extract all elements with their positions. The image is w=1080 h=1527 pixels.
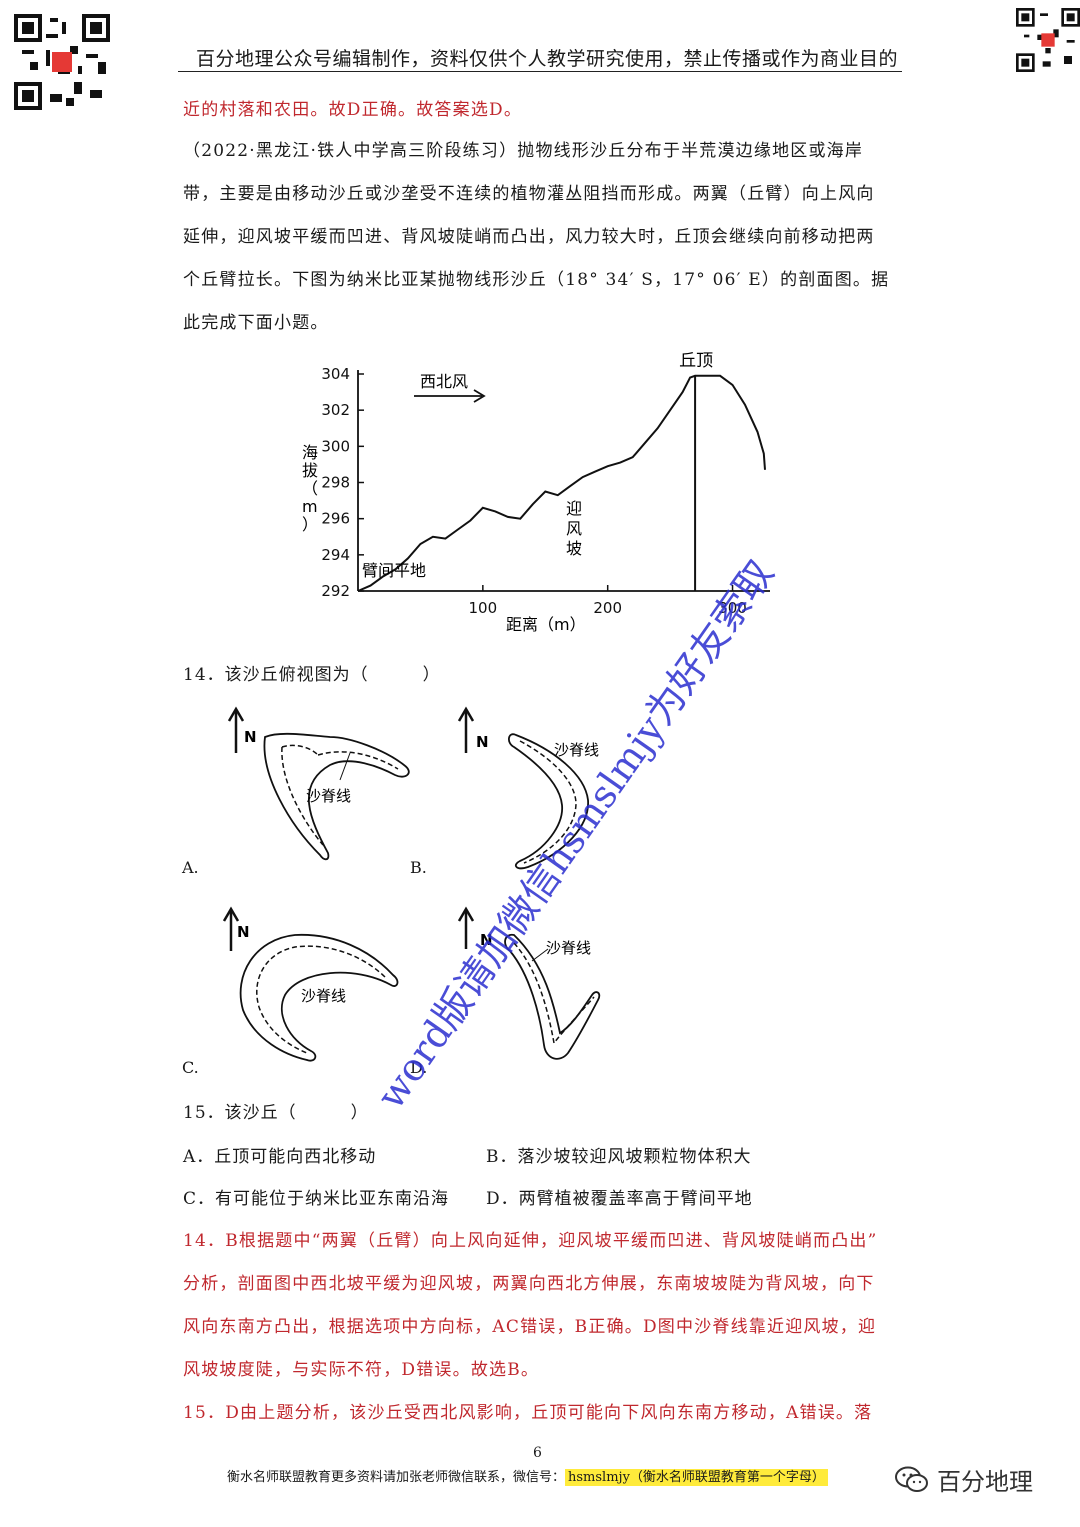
q15-option-d[interactable]: D．两臂植被覆盖率高于臂间平地 bbox=[486, 1184, 753, 1209]
flat-label: 臂间平地 bbox=[362, 561, 426, 580]
question-14: 14．该沙丘俯视图为（ ） bbox=[183, 665, 441, 685]
ridge-line bbox=[519, 740, 577, 864]
brand-text: 百分地理 bbox=[937, 1468, 1033, 1496]
ridge-label: 沙脊线 bbox=[306, 787, 351, 805]
brand-badge: 百分地理 bbox=[895, 1462, 1033, 1497]
answer-line: 15．D由上题分析，该沙丘受西北风影响，丘顶可能向下风向东南方移动，A错误。落 bbox=[183, 1403, 873, 1423]
option-a-label[interactable]: A. bbox=[182, 858, 199, 877]
y-axis-label-char: ） bbox=[302, 515, 318, 534]
question-text-line: 个丘臂拉长。下图为纳米比亚某抛物线形沙丘（18° 34′ S，17° 06′ E… bbox=[183, 270, 890, 290]
x-tick-label: 300 bbox=[718, 599, 747, 617]
svg-text:迎: 迎 bbox=[566, 499, 582, 518]
wind-arrow-icon bbox=[414, 389, 486, 403]
svg-text:风: 风 bbox=[566, 519, 582, 538]
q15-option-b[interactable]: B．落沙坡较迎风坡颗粒物体积大 bbox=[486, 1142, 752, 1167]
north-label: N bbox=[237, 923, 250, 941]
ridge-label: 沙脊线 bbox=[546, 939, 591, 957]
north-arrow-icon bbox=[457, 906, 475, 949]
option-b-map[interactable]: N 沙脊线 bbox=[450, 705, 610, 870]
y-axis-label-char: 拔 bbox=[302, 461, 318, 480]
option-d-map[interactable]: N 沙脊线 bbox=[450, 905, 620, 1070]
north-arrow-icon bbox=[457, 706, 475, 753]
page-number: 6 bbox=[533, 1445, 542, 1461]
north-arrow-icon bbox=[227, 706, 245, 753]
y-axis-label-char: （ bbox=[302, 479, 318, 498]
option-a-map[interactable]: N 沙脊线 bbox=[220, 705, 420, 870]
y-tick-label: 298 bbox=[321, 474, 350, 492]
y-tick-label: 292 bbox=[321, 582, 350, 600]
qr-code-right bbox=[1016, 8, 1080, 72]
answer-line: 14．B根据题中“两翼（丘臂）向上风向延伸，迎风坡平缓而凹进、背风坡陡峭而凸出” bbox=[183, 1231, 878, 1251]
question-text-line: 延伸，迎风坡平缓而凹进、背风坡陡峭而凸出，风力较大时，丘顶会继续向前移动把两 bbox=[183, 227, 875, 247]
ridge-label: 沙脊线 bbox=[554, 741, 599, 759]
profile-line bbox=[357, 374, 766, 592]
y-tick-label: 304 bbox=[321, 365, 350, 383]
question-text-line: 带，主要是由移动沙丘或沙垄受不连续的植物灌丛阻挡而形成。两翼（丘臂）向上风向 bbox=[183, 184, 875, 204]
y-tick-label: 296 bbox=[321, 510, 350, 528]
wechat-id-highlight: hsmslmjy（衡水名师联盟教育第一个字母） bbox=[565, 1469, 828, 1486]
y-axis-label-char: m bbox=[302, 497, 318, 516]
footer-note: 衡水名师联盟教育更多资料请加张老师微信联系，微信号： hsmslmjy（衡水名师联… bbox=[227, 1466, 828, 1486]
x-tick-label: 200 bbox=[593, 599, 622, 617]
windward-label: 迎风坡 bbox=[566, 499, 582, 558]
ridge-label: 沙脊线 bbox=[301, 987, 346, 1005]
wind-label: 西北风 bbox=[420, 372, 468, 391]
footer-text: 衡水名师联盟教育更多资料请加张老师微信联系，微信号： bbox=[227, 1470, 566, 1485]
x-tick-label: 100 bbox=[469, 599, 498, 617]
answer-line: 风坡坡度陡，与实际不符，D错误。故选B。 bbox=[183, 1360, 540, 1380]
y-tick-label: 302 bbox=[321, 401, 350, 419]
previous-answer-end: 近的村落和农田。故D正确。故答案选D。 bbox=[183, 100, 523, 120]
header-divider bbox=[178, 71, 902, 72]
y-axis-label-char: 海 bbox=[302, 443, 318, 462]
y-tick-label: 294 bbox=[321, 546, 350, 564]
answer-line: 风向东南方凸出，根据选项中方向标，AC错误，B正确。D图中沙脊线靠近迎风坡，迎 bbox=[183, 1317, 877, 1337]
option-d-label[interactable]: D. bbox=[410, 1058, 427, 1077]
north-label: N bbox=[476, 733, 489, 751]
option-b-label[interactable]: B. bbox=[410, 858, 427, 877]
question-text-line: 此完成下面小题。 bbox=[183, 313, 329, 333]
option-c-map[interactable]: N 沙脊线 bbox=[215, 905, 405, 1070]
question-text-line: （2022·黑龙江·铁人中学高三阶段练习）抛物线形沙丘分布于半荒漠边缘地区或海岸 bbox=[183, 141, 864, 161]
svg-text:坡: 坡 bbox=[566, 539, 582, 558]
question-15: 15．该沙丘（ ） bbox=[183, 1103, 369, 1123]
qr-code-left bbox=[14, 14, 110, 110]
answer-line: 分析，剖面图中西北坡平缓为迎风坡，两翼向西北方伸展，东南坡坡陡为背风坡，向下 bbox=[183, 1274, 875, 1294]
dune-profile-chart: 292 294 296 298 300 302 304 100 200 300 丘顶 西北风 迎风… bbox=[302, 351, 770, 634]
north-label: N bbox=[244, 728, 257, 746]
north-arrow-icon bbox=[222, 906, 240, 951]
y-axis-label: 海拔（m） bbox=[302, 443, 318, 534]
x-axis-label: 距离（m） bbox=[506, 615, 586, 634]
y-tick-label: 300 bbox=[321, 437, 350, 455]
wechat-icon bbox=[895, 1466, 928, 1492]
q15-option-a[interactable]: A．丘顶可能向西北移动 bbox=[183, 1142, 376, 1167]
crest-label: 丘顶 bbox=[679, 351, 713, 371]
north-label: N bbox=[480, 931, 493, 949]
q15-option-c[interactable]: C．有可能位于纳米比亚东南沿海 bbox=[183, 1184, 449, 1209]
option-c-label[interactable]: C. bbox=[182, 1058, 199, 1077]
page-header: 百分地理公众号编辑制作，资料仅供个人教学研究使用，禁止传播或作为商业目的 bbox=[196, 48, 899, 70]
